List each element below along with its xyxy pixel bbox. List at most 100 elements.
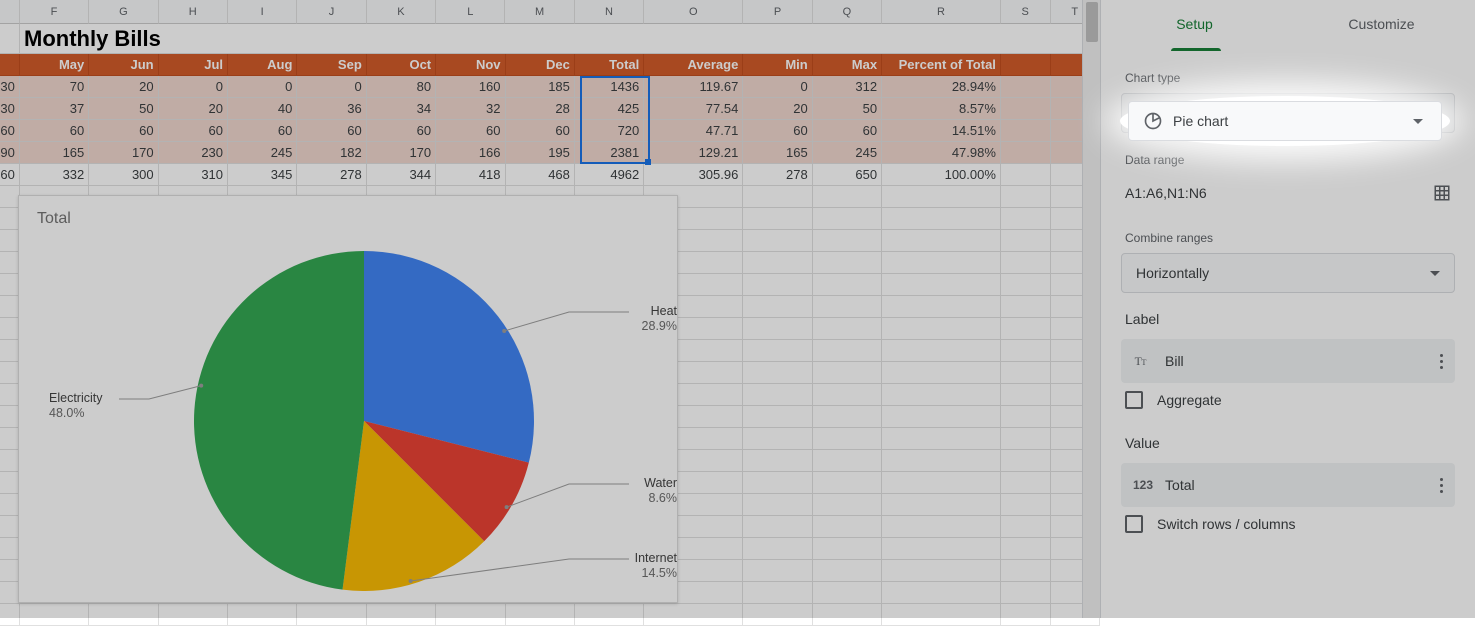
cell[interactable]: [20, 604, 89, 626]
cell[interactable]: [882, 604, 1001, 626]
checkbox-icon[interactable]: [1125, 515, 1143, 533]
cell[interactable]: 60: [228, 120, 297, 142]
cell[interactable]: [813, 450, 882, 472]
cell[interactable]: [0, 252, 20, 274]
cell[interactable]: [1001, 450, 1051, 472]
cell[interactable]: [1001, 54, 1051, 76]
col-header-P[interactable]: P: [743, 0, 812, 24]
cell[interactable]: 305.96: [644, 164, 743, 186]
cell[interactable]: 182: [297, 142, 366, 164]
cell[interactable]: 1436: [575, 76, 644, 98]
cell[interactable]: [743, 582, 812, 604]
col-header-Q[interactable]: Q: [813, 0, 882, 24]
cell[interactable]: [0, 208, 20, 230]
cell[interactable]: [0, 428, 20, 450]
aggregate-checkbox-row[interactable]: Aggregate: [1125, 391, 1451, 409]
col-header-M[interactable]: M: [505, 0, 574, 24]
cell[interactable]: 60: [20, 120, 89, 142]
cell[interactable]: [743, 186, 812, 208]
cell[interactable]: [0, 362, 20, 384]
cell[interactable]: 310: [159, 164, 228, 186]
cell[interactable]: [743, 384, 812, 406]
cell[interactable]: [882, 450, 1001, 472]
cell[interactable]: [882, 340, 1001, 362]
data-range-value[interactable]: A1:A6,N1:N6: [1125, 185, 1207, 201]
cell[interactable]: [1001, 296, 1051, 318]
cell[interactable]: [813, 384, 882, 406]
cell[interactable]: [1001, 120, 1051, 142]
cell[interactable]: 47.71: [644, 120, 743, 142]
cell[interactable]: [743, 296, 812, 318]
cell[interactable]: [1001, 384, 1051, 406]
cell[interactable]: [882, 560, 1001, 582]
tab-setup[interactable]: Setup: [1101, 0, 1288, 48]
cell[interactable]: [882, 494, 1001, 516]
chart-type-value[interactable]: Pie chart: [1173, 113, 1413, 129]
cell[interactable]: [743, 472, 812, 494]
cell[interactable]: [1001, 538, 1051, 560]
col-header-S[interactable]: S: [1001, 0, 1051, 24]
cell[interactable]: [743, 362, 812, 384]
cell[interactable]: Oct: [367, 54, 436, 76]
cell[interactable]: [1001, 406, 1051, 428]
cell[interactable]: [0, 296, 20, 318]
cell[interactable]: [1001, 516, 1051, 538]
cell[interactable]: [1001, 494, 1051, 516]
cell[interactable]: [743, 252, 812, 274]
cell[interactable]: [882, 208, 1001, 230]
col-header-K[interactable]: K: [367, 0, 436, 24]
cell[interactable]: 60: [89, 120, 158, 142]
cell[interactable]: [813, 318, 882, 340]
vertical-scrollbar[interactable]: [1082, 0, 1100, 618]
cell[interactable]: [367, 604, 436, 626]
cell[interactable]: 80: [367, 76, 436, 98]
cell[interactable]: 160: [436, 76, 505, 98]
cell[interactable]: 278: [743, 164, 812, 186]
cell[interactable]: [743, 428, 812, 450]
col-header-H[interactable]: H: [159, 0, 228, 24]
col-header-I[interactable]: I: [228, 0, 297, 24]
cell[interactable]: 60: [743, 120, 812, 142]
cell[interactable]: 90: [0, 142, 20, 164]
cell[interactable]: [743, 406, 812, 428]
col-header-F[interactable]: F: [20, 0, 89, 24]
cell[interactable]: 28: [506, 98, 575, 120]
cell[interactable]: 20: [159, 98, 228, 120]
cell[interactable]: 30: [0, 76, 20, 98]
cell[interactable]: [882, 186, 1001, 208]
cell[interactable]: [0, 582, 20, 604]
tab-customize[interactable]: Customize: [1288, 0, 1475, 48]
cell[interactable]: [1001, 560, 1051, 582]
cell[interactable]: [0, 604, 20, 626]
cell[interactable]: [297, 604, 366, 626]
cell[interactable]: 60: [813, 120, 882, 142]
cell[interactable]: [813, 252, 882, 274]
cell[interactable]: [813, 230, 882, 252]
cell[interactable]: 195: [506, 142, 575, 164]
cell[interactable]: [1001, 98, 1051, 120]
cell[interactable]: [1001, 142, 1051, 164]
cell[interactable]: 129.21: [644, 142, 743, 164]
cell[interactable]: 30: [0, 98, 20, 120]
cell[interactable]: [0, 450, 20, 472]
cell[interactable]: [813, 582, 882, 604]
cell[interactable]: 245: [228, 142, 297, 164]
cell[interactable]: 60: [297, 120, 366, 142]
cell[interactable]: [159, 604, 228, 626]
cell[interactable]: [743, 494, 812, 516]
cell[interactable]: [575, 604, 644, 626]
cell[interactable]: [882, 318, 1001, 340]
cell[interactable]: Average: [644, 54, 743, 76]
checkbox-icon[interactable]: [1125, 391, 1143, 409]
cell[interactable]: 425: [575, 98, 644, 120]
cell[interactable]: Monthly Bills: [20, 24, 320, 54]
cell[interactable]: May: [20, 54, 89, 76]
cell[interactable]: [813, 362, 882, 384]
cell[interactable]: [0, 274, 20, 296]
pie-slice-electricity[interactable]: [194, 251, 364, 590]
cell[interactable]: 0: [297, 76, 366, 98]
cell[interactable]: [1001, 274, 1051, 296]
cell[interactable]: [1001, 252, 1051, 274]
cell[interactable]: 37: [20, 98, 89, 120]
cell[interactable]: [1001, 76, 1051, 98]
